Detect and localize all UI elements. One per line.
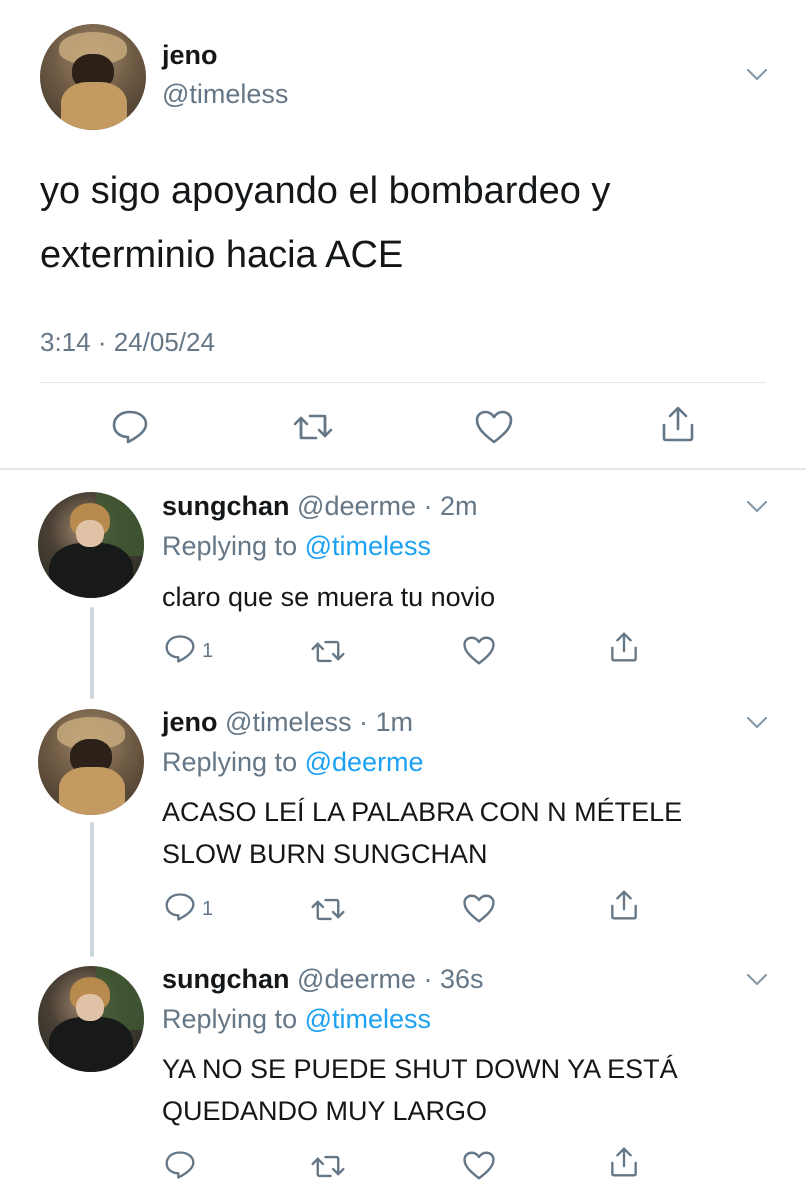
retweet-icon[interactable]: [310, 637, 346, 666]
replying-to-label: Replying to: [162, 531, 298, 561]
author-handle[interactable]: @deerme · 36s: [297, 964, 483, 994]
reply-text: QUEDANDO MUY LARGO: [162, 1096, 488, 1126]
author-handle[interactable]: @deerme · 2m: [297, 491, 477, 521]
reply-icon[interactable]: [164, 634, 196, 664]
tweet-text-line: exterminio hacia ACE: [40, 234, 404, 276]
thread-line: [90, 822, 94, 957]
reply-text: YA NO SE PUEDE SHUT DOWN YA ESTÁ: [162, 1054, 678, 1084]
reply-header: sungchan @deerme · 36s: [162, 964, 484, 995]
avatar[interactable]: [38, 709, 144, 815]
replying-to-link[interactable]: @deerme: [305, 747, 424, 777]
author-handle[interactable]: @timeless: [162, 79, 288, 110]
chevron-down-icon[interactable]: [746, 716, 768, 730]
avatar[interactable]: [38, 492, 144, 598]
reply-header: sungchan @deerme · 2m: [162, 491, 478, 522]
like-icon[interactable]: [462, 635, 496, 666]
replying-to-label: Replying to: [162, 1004, 298, 1034]
author-name[interactable]: sungchan: [162, 491, 290, 521]
retweet-icon[interactable]: [292, 410, 334, 444]
like-icon[interactable]: [474, 409, 514, 445]
reply-text: SLOW BURN SUNGCHAN: [162, 839, 488, 869]
reply-icon[interactable]: [164, 1150, 196, 1180]
chevron-down-icon[interactable]: [746, 68, 768, 82]
thread-line: [90, 607, 94, 699]
replying-to-label: Replying to: [162, 747, 298, 777]
reply-text: claro que se muera tu novio: [162, 582, 496, 612]
reply-text: ACASO LEÍ LA PALABRA CON N MÉTELE: [162, 797, 683, 827]
replying-to: Replying to @timeless: [162, 531, 431, 562]
retweet-icon[interactable]: [310, 895, 346, 924]
replying-to: Replying to @deerme: [162, 747, 424, 778]
like-icon[interactable]: [462, 1150, 496, 1181]
reply-count: 1: [202, 640, 214, 662]
timestamp[interactable]: 3:14 · 24/05/24: [40, 327, 215, 358]
share-icon[interactable]: [609, 1146, 639, 1178]
chevron-down-icon[interactable]: [746, 973, 768, 987]
like-icon[interactable]: [462, 893, 496, 924]
author-name[interactable]: jeno: [162, 707, 218, 737]
section-divider: [0, 468, 806, 470]
share-icon[interactable]: [609, 889, 639, 921]
replying-to: Replying to @timeless: [162, 1004, 431, 1035]
reply-icon[interactable]: [164, 892, 196, 922]
replying-to-link[interactable]: @timeless: [305, 1004, 431, 1034]
reply-count: 1: [202, 898, 214, 920]
share-icon[interactable]: [609, 631, 639, 663]
author-name[interactable]: jeno: [162, 40, 218, 71]
share-icon[interactable]: [660, 405, 696, 443]
tweet-text-line: yo sigo apoyando el bombardeo y: [40, 170, 611, 212]
chevron-down-icon[interactable]: [746, 500, 768, 514]
reply-header: jeno @timeless · 1m: [162, 707, 413, 738]
replying-to-link[interactable]: @timeless: [305, 531, 431, 561]
reply-icon[interactable]: [111, 409, 149, 445]
author-handle[interactable]: @timeless · 1m: [225, 707, 413, 737]
avatar[interactable]: [40, 24, 146, 130]
author-name[interactable]: sungchan: [162, 964, 290, 994]
retweet-icon[interactable]: [310, 1152, 346, 1181]
divider: [40, 382, 766, 383]
avatar[interactable]: [38, 966, 144, 1072]
